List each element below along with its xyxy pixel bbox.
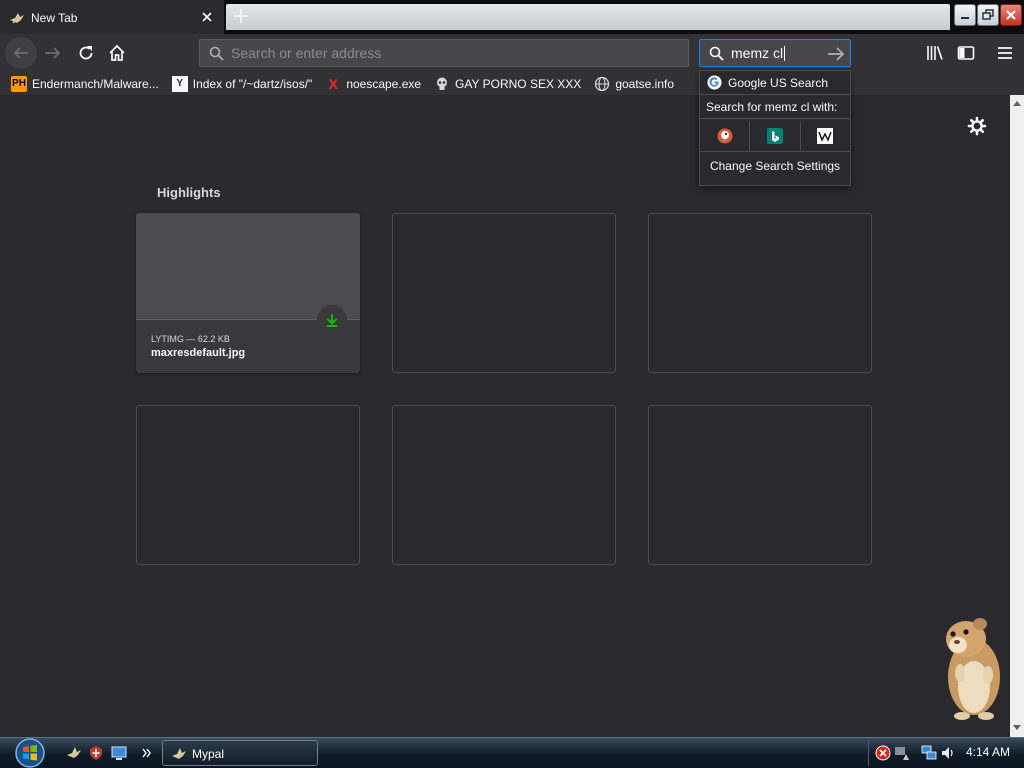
taskbar-item-label: Mypal — [192, 747, 225, 761]
gear-icon[interactable] — [967, 116, 987, 136]
bookmark-endermanch[interactable]: PH Endermanch/Malware... — [11, 75, 159, 92]
close-icon — [1006, 10, 1016, 20]
empty-highlight-slot — [136, 405, 360, 565]
restore-button[interactable] — [977, 4, 999, 26]
card-thumbnail — [136, 213, 360, 320]
download-icon — [326, 314, 338, 327]
tab-title: New Tab — [31, 11, 78, 25]
vertical-scrollbar[interactable] — [1010, 95, 1024, 737]
engine-name: Google US Search — [728, 75, 829, 90]
search-icon — [209, 46, 224, 61]
minimize-icon — [961, 17, 969, 19]
empty-highlight-slot — [392, 213, 616, 373]
change-search-settings-button[interactable]: Change Search Settings — [700, 159, 850, 173]
bird-icon — [172, 748, 186, 759]
search-icon — [709, 46, 724, 61]
bookmark-label: noescape.exe — [346, 76, 422, 91]
divider — [700, 94, 850, 95]
engine-duckduckgo[interactable] — [700, 121, 751, 151]
home-icon[interactable] — [107, 43, 127, 63]
hamster-image — [946, 618, 1000, 720]
restore-icon — [982, 9, 994, 20]
empty-highlight-slot — [648, 213, 872, 373]
title-bar: New Tab — [0, 0, 1024, 34]
minimize-button[interactable] — [954, 4, 976, 26]
bird-icon — [10, 13, 24, 24]
tab-new-tab[interactable]: New Tab — [0, 0, 224, 34]
one-off-engines — [700, 121, 850, 151]
taskbar-item-mypal[interactable]: Mypal — [162, 740, 318, 766]
new-tab-icon[interactable] — [232, 7, 250, 25]
go-arrow-icon[interactable] — [827, 46, 845, 62]
network-warning-icon[interactable] — [894, 745, 910, 761]
window-controls — [954, 4, 1022, 26]
bird-icon[interactable] — [66, 745, 82, 761]
bookmark-noescape[interactable]: X noescape.exe — [325, 76, 421, 92]
text-caret — [784, 46, 786, 61]
back-button[interactable] — [5, 37, 37, 69]
scroll-up-icon[interactable] — [1013, 101, 1021, 106]
back-arrow-icon — [13, 47, 28, 59]
globe-icon — [595, 76, 610, 91]
empty-highlight-slot — [648, 405, 872, 565]
close-tab-icon[interactable] — [200, 10, 214, 24]
card-source: LYTIMG — 62.2 KB — [151, 334, 230, 344]
bookmark-goatse[interactable]: goatse.info — [594, 76, 674, 92]
chevron-right-icon[interactable] — [141, 745, 153, 761]
highlight-card[interactable]: LYTIMG — 62.2 KB maxresdefault.jpg — [136, 213, 360, 373]
card-title: maxresdefault.jpg — [151, 347, 246, 359]
start-button[interactable] — [9, 737, 51, 768]
taskbar — [0, 737, 1024, 768]
divider — [700, 118, 850, 119]
bookmark-label: GAY PORNO SEX XXX — [455, 76, 582, 91]
search-input[interactable]: memz cl — [731, 45, 786, 61]
bookmarks-bar: PH Endermanch/Malware... Y Index of "/~d… — [0, 72, 1024, 95]
divider — [700, 151, 850, 152]
shield-icon[interactable] — [88, 745, 104, 761]
forward-arrow-icon[interactable] — [43, 43, 63, 63]
system-clock[interactable]: 4:14 AM — [966, 745, 1010, 759]
show-desktop-icon[interactable] — [111, 745, 127, 761]
skull-icon — [437, 77, 448, 90]
menu-icon[interactable] — [995, 43, 1015, 63]
search-bar[interactable]: memz cl — [699, 39, 851, 67]
network-icon[interactable] — [921, 745, 937, 761]
current-engine: Google US Search — [707, 75, 828, 90]
duckduckgo-icon — [717, 128, 733, 144]
close-window-button[interactable] — [1000, 4, 1022, 26]
highlights-heading: Highlights — [157, 185, 221, 200]
library-icon[interactable] — [925, 43, 945, 63]
pornhub-icon: PH — [11, 75, 27, 92]
bookmark-spam-site[interactable]: GAY PORNO SEX XXX — [434, 76, 581, 92]
scroll-down-icon[interactable] — [1013, 725, 1021, 730]
bookmark-label: Index of "/~dartz/isos/" — [192, 76, 313, 91]
reload-icon[interactable] — [76, 43, 96, 63]
google-icon — [707, 75, 722, 90]
ycombinator-icon: Y — [171, 75, 188, 92]
security-alert-icon[interactable] — [875, 745, 891, 761]
wikipedia-icon — [817, 128, 834, 144]
bookmark-label: Endermanch/Malware... — [32, 76, 159, 91]
url-bar[interactable] — [199, 39, 689, 67]
engine-wikipedia[interactable] — [801, 121, 850, 151]
bookmark-label: goatse.info — [615, 76, 675, 91]
tray-divider — [868, 740, 869, 766]
bing-icon — [766, 128, 783, 144]
tab-strip — [226, 4, 950, 30]
search-for-label: Search for memz cl with: — [706, 100, 838, 114]
download-badge — [317, 305, 347, 335]
volume-icon[interactable] — [940, 745, 956, 761]
search-value: memz cl — [731, 45, 784, 61]
url-input[interactable] — [231, 44, 671, 62]
red-x-icon: X — [328, 75, 338, 92]
empty-highlight-slot — [392, 405, 616, 565]
sidebar-icon[interactable] — [956, 43, 976, 63]
engine-bing[interactable] — [750, 121, 801, 151]
nav-bar: memz cl — [0, 34, 1024, 72]
search-suggestions-popup: Google US Search Search for memz cl with… — [699, 70, 851, 186]
bookmark-dartz-isos[interactable]: Y Index of "/~dartz/isos/" — [171, 75, 313, 92]
